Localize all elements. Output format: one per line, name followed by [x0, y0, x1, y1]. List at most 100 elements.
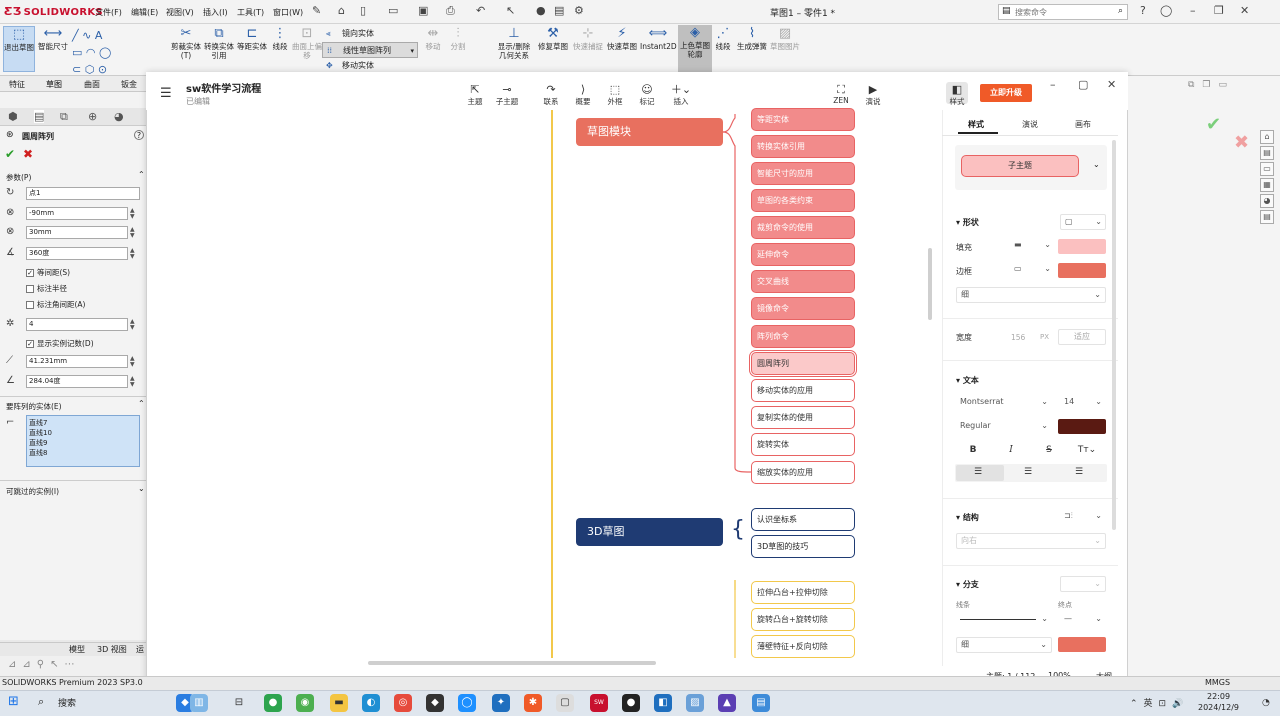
linear-pattern-button[interactable]: ⁞⁞ 线性草图阵列 ▾ [322, 42, 418, 58]
app-icon-qq[interactable]: ● [622, 694, 640, 712]
panel-scrollbar[interactable] [1112, 140, 1116, 530]
entities-list[interactable]: 直线7 直线10 直线9 直线8 [26, 415, 140, 467]
entities-section-label[interactable]: 要阵列的实体(E) [6, 401, 62, 412]
arc-angle-input[interactable]: 284.04度 [26, 375, 128, 388]
dim-angle-checkbox[interactable]: 标注角间距(A) [26, 299, 85, 310]
subtopic-extend[interactable]: 延伸命令 [751, 243, 855, 266]
add-subtopic-button[interactable]: ⊸ 子主题 [491, 83, 523, 107]
add-topic-button[interactable]: ⇱ 主题 [459, 83, 491, 107]
hamburger-menu-icon[interactable]: ☰ [160, 86, 172, 101]
segment-button-2[interactable]: ⋰ 线段 [712, 26, 734, 51]
file-props-icon[interactable]: ▤ [554, 4, 564, 17]
undo-icon[interactable]: ↶ [476, 4, 485, 17]
app-icon-dark[interactable]: ◆ [426, 694, 444, 712]
tab-motion[interactable]: 运 [136, 644, 144, 655]
tab-present[interactable]: 演说 [1022, 119, 1038, 130]
strikethrough-icon[interactable]: S [1038, 442, 1060, 458]
radius-input[interactable]: 41.231mm [26, 355, 128, 368]
endpoint-select[interactable]: — ⌄ [1060, 612, 1106, 628]
app-icon-blue[interactable]: ◯ [458, 694, 476, 712]
convert-entities-button[interactable]: ⧉ 转换实体引用 [203, 26, 235, 60]
collapse-icon[interactable]: ⌃ [138, 170, 145, 179]
exit-sketch-button[interactable]: ⬚ 退出草图 [3, 26, 35, 72]
list-item[interactable]: 直线9 [29, 438, 137, 448]
window-tile-icons[interactable]: ⧉❐▭ [1188, 80, 1235, 90]
align-center-icon[interactable]: ☰ [1024, 467, 1032, 477]
list-item[interactable]: 直线8 [29, 448, 137, 458]
custom-properties-icon[interactable]: ▤ [1260, 210, 1274, 224]
menu-file[interactable]: 文件(F) [95, 7, 122, 18]
relationship-button[interactable]: ↷ 联系 [535, 83, 567, 107]
angle-spinner[interactable]: ▲ ▼ [130, 248, 135, 260]
align-right-icon[interactable]: ☰ [1075, 467, 1083, 477]
app-icon-green[interactable]: ● [264, 694, 282, 712]
shaded-sketch-contours-button[interactable]: ◈ 上色草图轮廓 [678, 25, 712, 75]
subtopic-scale[interactable]: 缩放实体的应用 [751, 461, 855, 484]
move-dimension-button[interactable]: ⇹ 移动 [420, 26, 446, 51]
task-view-icon[interactable]: ⊟ [230, 694, 248, 712]
angle-input[interactable]: 360度 [26, 247, 128, 260]
app-icon-window[interactable]: ▢ [556, 694, 574, 712]
text-section[interactable]: ▾ 文本 [956, 375, 979, 386]
subtopic-move[interactable]: 移动实体的应用 [751, 379, 855, 402]
instant2d-button[interactable]: ⟺ Instant2D [640, 26, 677, 51]
center-y-spinner[interactable]: ▲ ▼ [130, 227, 135, 239]
subtopic-copy[interactable]: 复制实体的使用 [751, 406, 855, 429]
center-y-input[interactable]: 30mm [26, 226, 128, 239]
menu-insert[interactable]: 插入(I) [203, 7, 228, 18]
spline-icon[interactable]: ∿ [82, 29, 91, 42]
offset-on-surface-button[interactable]: ⊡ 曲面上偏移 [292, 26, 322, 60]
app-icon-photos[interactable]: ▨ [686, 694, 704, 712]
subtopic-convert[interactable]: 转换实体引用 [751, 135, 855, 158]
branch-weight-select[interactable]: 细 ⌄ [956, 637, 1052, 653]
show-count-checkbox[interactable]: ✓ 显示实例记数(D) [26, 338, 94, 349]
app-icon-purple[interactable]: ▲ [718, 694, 736, 712]
italic-icon[interactable]: I [1000, 442, 1022, 458]
property-manager-icon[interactable]: ▤ [34, 110, 45, 123]
confirm-corner-check-icon[interactable]: ✔ [1206, 114, 1221, 135]
arc-icon[interactable]: ◠ [86, 46, 96, 59]
font-weight-select[interactable]: Regular ⌄ [956, 419, 1052, 435]
shape-section[interactable]: ▾ 形状 [956, 217, 979, 228]
border-style-select[interactable]: ▭ ⌄ [1010, 262, 1054, 278]
subtopic-pattern[interactable]: 阵列命令 [751, 325, 855, 348]
subtopic-coordinate[interactable]: 认识坐标系 [751, 508, 855, 531]
boundary-button[interactable]: ⬚ 外框 [599, 83, 631, 107]
search-commands-input[interactable]: ▤ 搜索命令 ⌕ [998, 4, 1128, 20]
app-icon-explorer[interactable]: ▬ [330, 694, 348, 712]
app-icon-orange[interactable]: ✱ [524, 694, 542, 712]
menu-edit[interactable]: 编辑(E) [131, 7, 158, 18]
fill-color-swatch[interactable] [1058, 239, 1106, 254]
bold-icon[interactable]: B [962, 442, 984, 458]
close-icon[interactable]: ✕ [1107, 78, 1116, 91]
subtopic-extrude[interactable]: 拉伸凸台+拉伸切除 [751, 581, 855, 604]
tab-features[interactable]: 特征 [9, 79, 25, 90]
zen-mode-button[interactable]: ⛶ ZEN [825, 83, 857, 105]
params-section-label[interactable]: 参数(P) [6, 172, 31, 183]
taskbar-clock[interactable]: 22:09 2024/12/9 [1198, 691, 1239, 713]
polygon-icon[interactable]: ⬡ [85, 63, 95, 76]
main-topic-3d-sketch[interactable]: 3D草图 [576, 518, 723, 546]
fit-button[interactable]: 适应 [1058, 329, 1106, 345]
tab-surface[interactable]: 曲面 [84, 79, 100, 90]
repair-sketch-button[interactable]: ⚒ 修复草图 [537, 26, 569, 51]
text-case-icon[interactable]: Tт⌄ [1076, 442, 1098, 458]
summary-button[interactable]: ⟩ 概要 [567, 83, 599, 107]
feature-tree-icon[interactable]: ⬢ [8, 110, 18, 123]
instance-count-input[interactable]: 4 [26, 318, 128, 331]
tab-model[interactable]: 模型 [69, 644, 85, 655]
slot-icon[interactable]: ⊂ [72, 63, 81, 76]
menu-window[interactable]: 窗口(W) [273, 7, 303, 18]
list-item[interactable]: 直线10 [29, 428, 137, 438]
file-explorer-icon[interactable]: ▭ [1260, 162, 1274, 176]
taskbar-search[interactable]: 搜索 [58, 696, 76, 709]
text-color-swatch[interactable] [1058, 419, 1106, 434]
subtopic-smart-dim[interactable]: 智能尺寸的应用 [751, 162, 855, 185]
insert-button[interactable]: ＋⌄ 插入 [665, 83, 697, 107]
system-tray-icons[interactable]: ⌃英⊡🔊 [1130, 696, 1189, 709]
trim-entities-button[interactable]: ✂ 剪裁实体(T) [170, 26, 202, 60]
save-icon[interactable]: ▣ [418, 4, 428, 17]
resources-icon[interactable]: ⌂ [1260, 130, 1274, 144]
help-icon[interactable]: ? [1140, 4, 1146, 17]
center-x-input[interactable]: -90mm [26, 207, 128, 220]
